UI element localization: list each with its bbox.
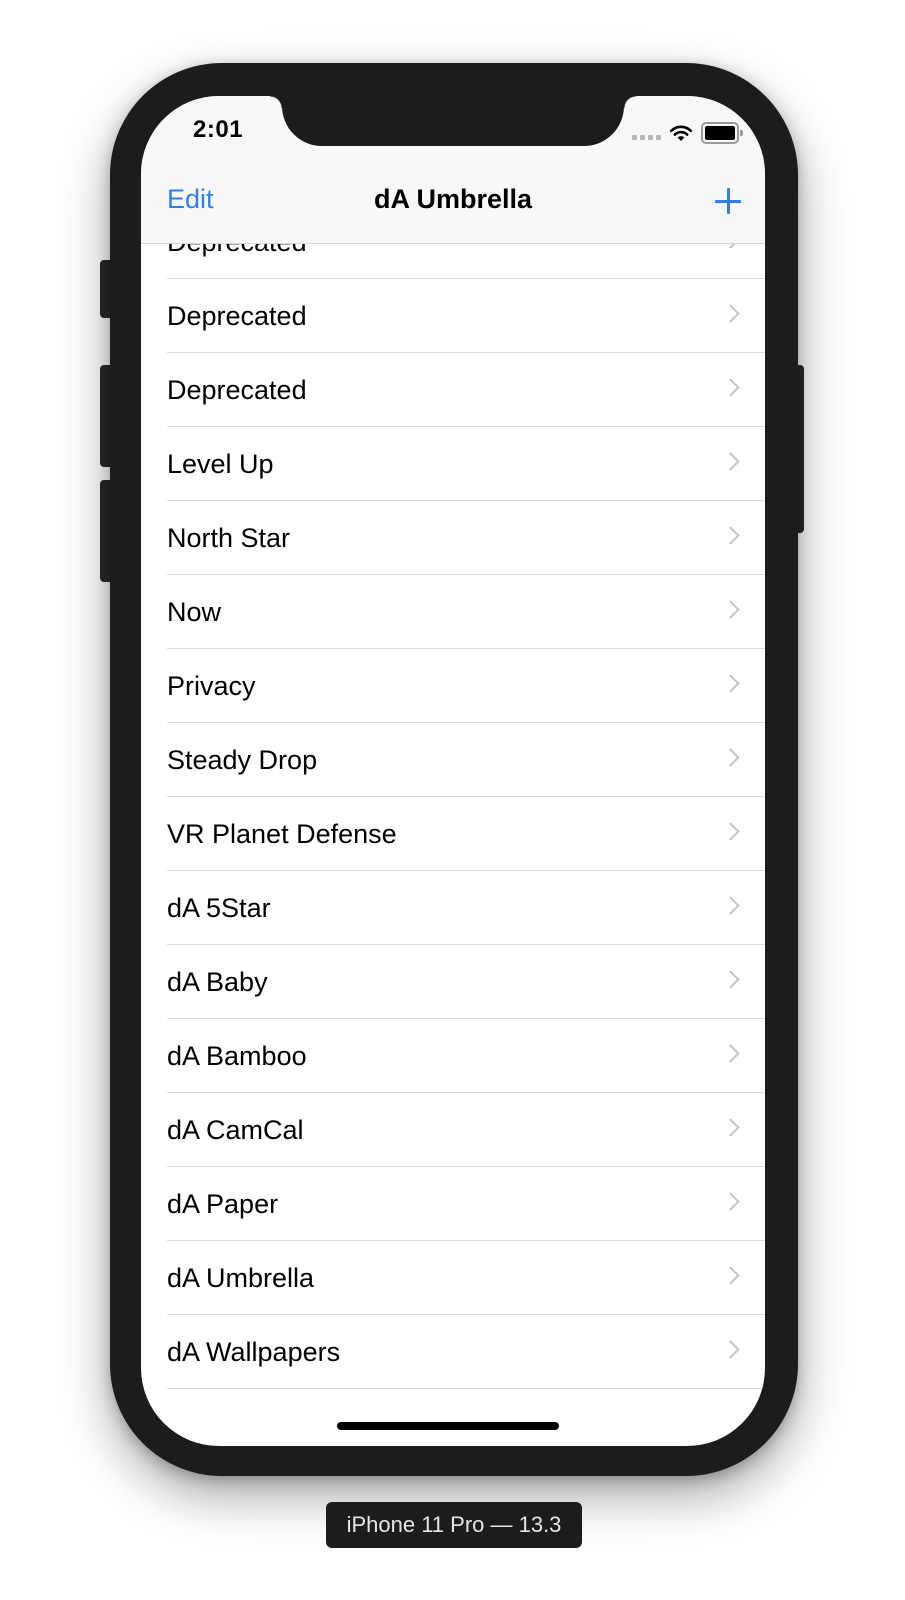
simulator-device-label: iPhone 11 Pro — 13.3 [326, 1502, 582, 1548]
cellular-signal-dots-icon [632, 134, 661, 140]
list-item-label: dA Paper [167, 1189, 279, 1219]
list-item-label: Deprecated [167, 375, 307, 405]
list-item[interactable]: VR Planet Defense [141, 797, 765, 871]
list-item[interactable]: North Star [141, 501, 765, 575]
chevron-right-icon [721, 674, 740, 693]
list-item-label: VR Planet Defense [167, 819, 397, 849]
app-list: Deprecated Deprecated Deprecated Level U… [141, 205, 765, 1389]
list-item-label: Level Up [167, 449, 274, 479]
list-item-label: North Star [167, 523, 291, 553]
chevron-right-icon [721, 526, 740, 545]
chevron-right-icon [721, 1118, 740, 1137]
chevron-right-icon [721, 822, 740, 841]
chevron-right-icon [721, 1266, 740, 1285]
list-item-label: dA Baby [167, 967, 268, 997]
chevron-right-icon [721, 970, 740, 989]
list-item-label: Deprecated [167, 301, 307, 331]
list-item-label: dA CamCal [167, 1115, 304, 1145]
list-item-label: dA Wallpapers [167, 1337, 341, 1367]
list-item-label: dA Bamboo [167, 1041, 307, 1071]
chevron-right-icon [721, 600, 740, 619]
list-item-label: Steady Drop [167, 745, 318, 775]
status-indicators [632, 122, 743, 144]
list-item[interactable]: dA Umbrella [141, 1241, 765, 1315]
chevron-right-icon [721, 1044, 740, 1063]
list-item[interactable]: dA CamCal [141, 1093, 765, 1167]
notch [270, 96, 636, 146]
list-item[interactable]: dA Baby [141, 945, 765, 1019]
home-indicator[interactable] [337, 1422, 559, 1430]
list-item[interactable]: Steady Drop [141, 723, 765, 797]
chevron-right-icon [721, 896, 740, 915]
list-item[interactable]: Deprecated [141, 279, 765, 353]
list-item[interactable]: Level Up [141, 427, 765, 501]
list-item[interactable]: dA 5Star [141, 871, 765, 945]
list-item[interactable]: dA Wallpapers [141, 1315, 765, 1389]
chevron-right-icon [721, 304, 740, 323]
list-item[interactable]: dA Paper [141, 1167, 765, 1241]
list-item[interactable]: Now [141, 575, 765, 649]
list-item[interactable]: Privacy [141, 649, 765, 723]
list-item-label: dA Umbrella [167, 1263, 315, 1293]
device-frame: 2:01 Edit dA Umbrella Deprecated Depreca… [110, 63, 798, 1476]
plus-icon[interactable] [715, 188, 741, 214]
list-item-label: Privacy [167, 671, 256, 701]
chevron-right-icon [721, 748, 740, 767]
page-title: dA Umbrella [373, 184, 533, 214]
chevron-right-icon [721, 1192, 740, 1211]
list-item-label: Now [167, 597, 222, 627]
battery-full-icon [701, 122, 743, 144]
wifi-icon [669, 125, 693, 141]
simulator-stage: 2:01 Edit dA Umbrella Deprecated Depreca… [0, 0, 905, 1600]
list-item[interactable]: Deprecated [141, 353, 765, 427]
chevron-right-icon [721, 378, 740, 397]
chevron-right-icon [721, 452, 740, 471]
device-screen: 2:01 Edit dA Umbrella Deprecated Depreca… [141, 96, 765, 1446]
status-time: 2:01 [193, 116, 244, 143]
chevron-right-icon [721, 1340, 740, 1359]
list-item[interactable]: dA Bamboo [141, 1019, 765, 1093]
list-item-label: dA 5Star [167, 893, 271, 923]
